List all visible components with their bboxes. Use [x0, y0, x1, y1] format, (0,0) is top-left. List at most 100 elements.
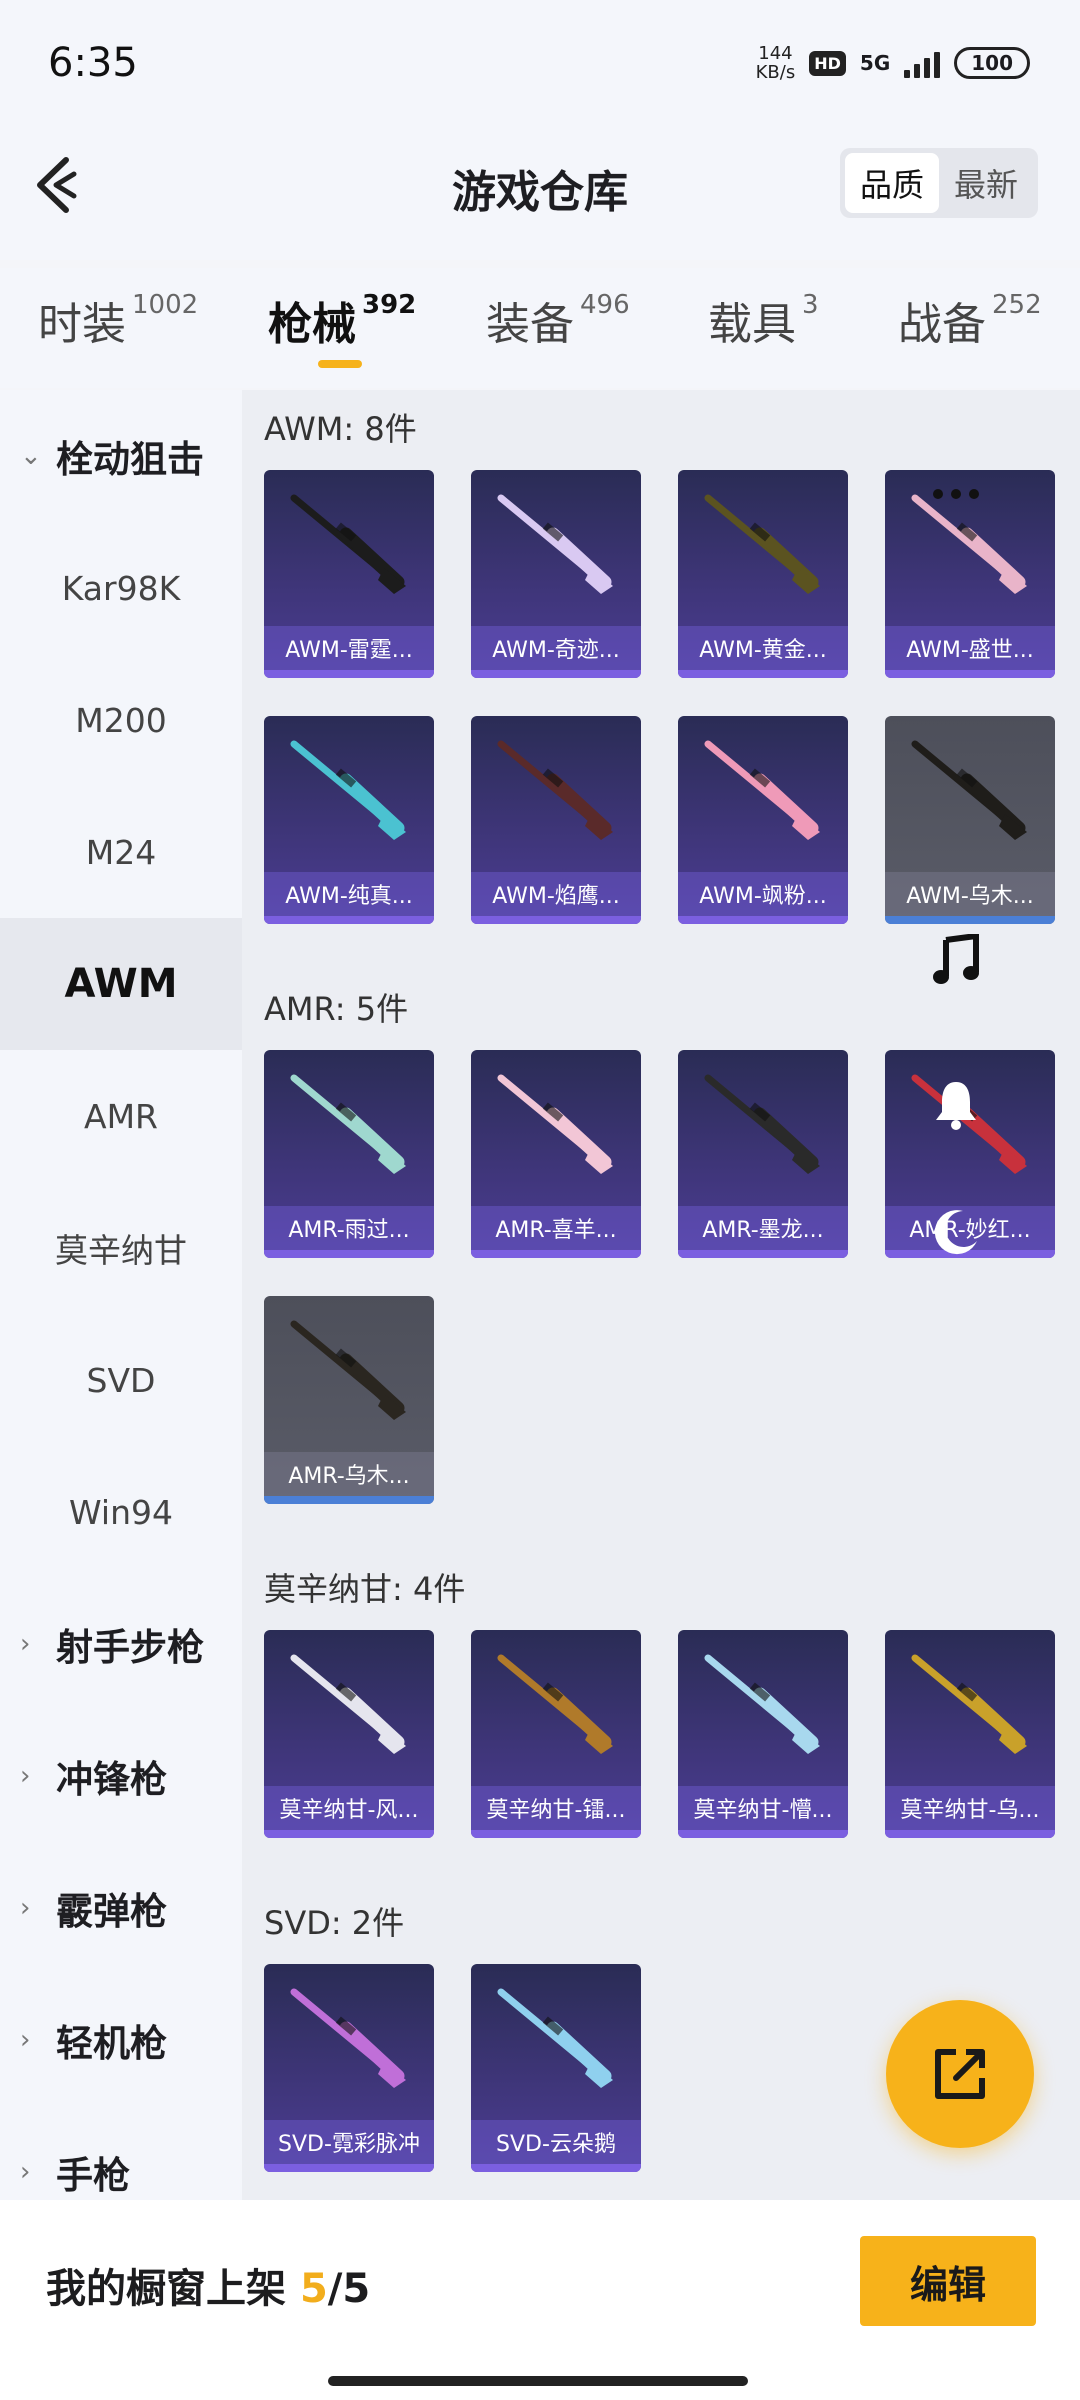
sidebar-item-win94[interactable]: Win94: [0, 1446, 242, 1578]
active-tab-indicator: [318, 360, 362, 368]
sidebar-item-amr[interactable]: AMR: [0, 1050, 242, 1182]
skin-name: AMR-乌木...: [264, 1452, 434, 1496]
sidebar-category-smg[interactable]: › 冲锋枪: [0, 1710, 242, 1842]
skin-name: 莫辛纳甘-镭...: [471, 1786, 641, 1830]
hd-icon: HD: [809, 50, 846, 76]
share-button[interactable]: [886, 2000, 1034, 2148]
skin-card[interactable]: AMR-雨过...: [264, 1050, 434, 1258]
skin-name: AWM-盛世...: [885, 626, 1055, 670]
skin-card[interactable]: AWM-乌木...: [885, 716, 1055, 924]
skin-card[interactable]: AWM-黄金...: [678, 470, 848, 678]
rifle-icon: [911, 740, 1027, 840]
skin-name: 莫辛纳甘-乌...: [885, 1786, 1055, 1830]
skin-name: SVD-云朵鹅: [471, 2120, 641, 2164]
skin-name: 莫辛纳甘-风...: [264, 1786, 434, 1830]
rifle-icon: [497, 494, 613, 594]
status-icons: 144 KB/s HD 5G 100: [756, 44, 1030, 82]
rifle-icon: [290, 1988, 406, 2088]
rarity-bar: [471, 1830, 641, 1838]
skin-card[interactable]: 莫辛纳甘-风...: [264, 1630, 434, 1838]
section-title: AWM: 8件: [264, 410, 417, 448]
skin-card[interactable]: AWM-纯真...: [264, 716, 434, 924]
sidebar-item-awm[interactable]: AWM: [0, 918, 242, 1050]
tab-vehicles[interactable]: 载具 3: [708, 288, 819, 352]
rifle-icon: [704, 494, 820, 594]
sort-quality-button[interactable]: 品质: [845, 153, 939, 213]
showcase-status: 我的橱窗上架 5/5: [46, 2266, 371, 2312]
rarity-bar: [471, 670, 641, 678]
rarity-bar: [885, 916, 1055, 924]
edit-button[interactable]: 编辑: [860, 2236, 1036, 2326]
rarity-bar: [678, 1830, 848, 1838]
rifle-icon: [290, 1320, 406, 1420]
sidebar-item-kar98k[interactable]: Kar98K: [0, 522, 242, 654]
sidebar-category-dmr[interactable]: › 射手步枪: [0, 1578, 242, 1710]
skin-card[interactable]: AWM-焰鹰...: [471, 716, 641, 924]
skin-card[interactable]: AWM-奇迹...: [471, 470, 641, 678]
sidebar-category-lmg[interactable]: › 轻机枪: [0, 1974, 242, 2106]
chevron-right-icon: ›: [20, 1761, 31, 1791]
rarity-bar: [678, 916, 848, 924]
status-bar: 6:35 144 KB/s HD 5G 100: [0, 0, 1080, 130]
tab-weapons[interactable]: 枪械 392: [268, 288, 416, 352]
skin-name: AWM-焰鹰...: [471, 872, 641, 916]
home-indicator: [328, 2376, 748, 2386]
rifle-icon: [290, 1074, 406, 1174]
skin-card[interactable]: 莫辛纳甘-镭...: [471, 1630, 641, 1838]
rifle-icon: [704, 1654, 820, 1754]
rarity-bar: [264, 1830, 434, 1838]
skin-name: AWM-纯真...: [264, 872, 434, 916]
rarity-bar: [264, 1250, 434, 1258]
moon-icon[interactable]: [924, 1200, 988, 1264]
rarity-bar: [678, 1250, 848, 1258]
skin-card[interactable]: AMR-乌木...: [264, 1296, 434, 1504]
skin-card[interactable]: AMR-喜羊...: [471, 1050, 641, 1258]
chevron-right-icon: ›: [20, 2025, 31, 2055]
skin-name: 莫辛纳甘-懵...: [678, 1786, 848, 1830]
skin-name: AMR-墨龙...: [678, 1206, 848, 1250]
rarity-bar: [264, 670, 434, 678]
network-speed: 144 KB/s: [755, 43, 796, 83]
skin-name: AWM-乌木...: [885, 872, 1055, 916]
bell-icon[interactable]: [924, 1072, 988, 1136]
skin-name: AWM-飒粉...: [678, 872, 848, 916]
skin-card[interactable]: SVD-云朵鹅: [471, 1964, 641, 2172]
sidebar-category-shotgun[interactable]: › 霰弹枪: [0, 1842, 242, 1974]
rifle-icon: [290, 494, 406, 594]
rifle-icon: [497, 1988, 613, 2088]
chevron-right-icon: ›: [20, 2157, 31, 2187]
sidebar-item-mosin[interactable]: 莫辛纳甘: [0, 1182, 242, 1314]
tab-fashion[interactable]: 时装 1002: [38, 288, 198, 352]
skin-card[interactable]: AWM-雷霆...: [264, 470, 434, 678]
skin-card[interactable]: 莫辛纳甘-懵...: [678, 1630, 848, 1838]
skin-card[interactable]: SVD-霓彩脉冲: [264, 1964, 434, 2172]
category-tabs: 时装 1002 枪械 392 装备 496 载具 3 战备 252: [0, 268, 1080, 388]
rifle-icon: [290, 740, 406, 840]
sidebar-item-m24[interactable]: M24: [0, 786, 242, 918]
skin-name: AMR-雨过...: [264, 1206, 434, 1250]
rifle-icon: [497, 740, 613, 840]
battery-icon: 100: [954, 47, 1030, 79]
tab-equipment[interactable]: 装备 496: [486, 288, 630, 352]
sort-latest-button[interactable]: 最新: [939, 153, 1033, 213]
rarity-bar: [264, 916, 434, 924]
rarity-bar: [471, 2164, 641, 2172]
section-title: 莫辛纳甘: 4件: [264, 1570, 466, 1608]
sidebar-item-m200[interactable]: M200: [0, 654, 242, 786]
network-type: 5G: [859, 51, 891, 75]
section-title: AMR: 5件: [264, 990, 409, 1028]
sidebar-category-bolt-sniper[interactable]: ⌄ 栓动狙击: [0, 390, 242, 522]
rarity-bar: [678, 670, 848, 678]
music-note-icon[interactable]: [924, 928, 988, 992]
skin-card[interactable]: 莫辛纳甘-乌...: [885, 1630, 1055, 1838]
sidebar-item-svd[interactable]: SVD: [0, 1314, 242, 1446]
rifle-icon: [911, 1654, 1027, 1754]
rarity-bar: [264, 2164, 434, 2172]
tab-supplies[interactable]: 战备 252: [898, 288, 1042, 352]
rarity-bar: [885, 1830, 1055, 1838]
rifle-icon: [497, 1074, 613, 1174]
skin-card[interactable]: AWM-飒粉...: [678, 716, 848, 924]
more-dots-icon[interactable]: [924, 462, 988, 526]
skin-card[interactable]: AMR-墨龙...: [678, 1050, 848, 1258]
skin-name: AWM-黄金...: [678, 626, 848, 670]
